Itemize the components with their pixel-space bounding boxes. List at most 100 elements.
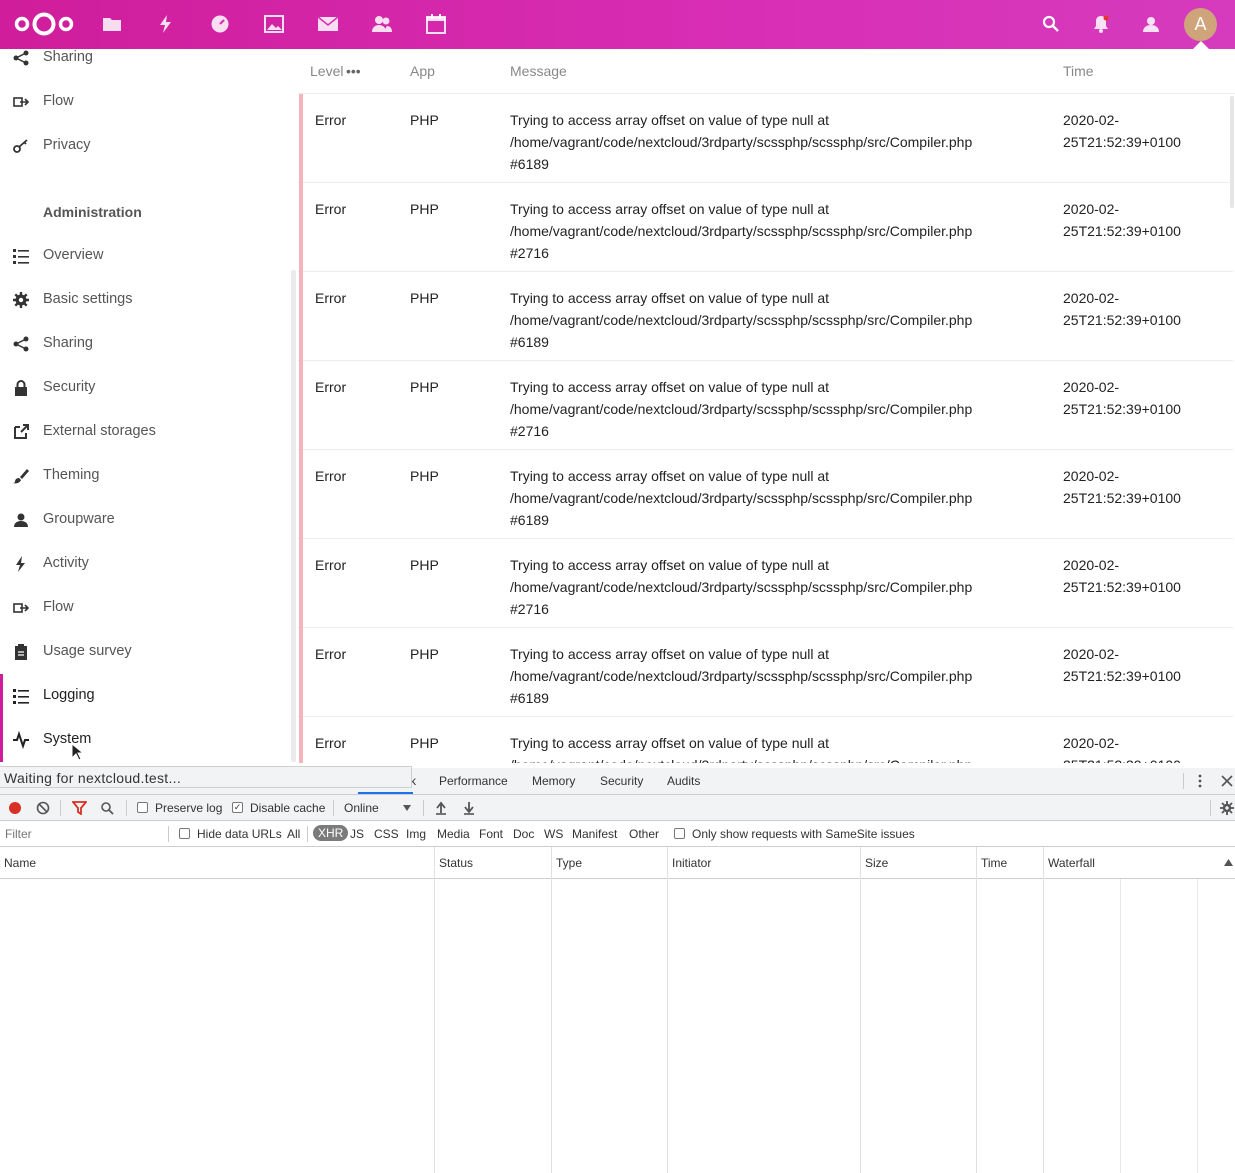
- sidebar-item-personal-sharing[interactable]: Sharing: [0, 49, 290, 80]
- preserve-log-checkbox[interactable]: [137, 802, 148, 813]
- sidebar-item-sharing[interactable]: Sharing: [0, 322, 290, 366]
- log-time: 2020-02-25T21:52:39+0100: [1063, 735, 1181, 763]
- sidebar-item-system[interactable]: System: [0, 718, 290, 762]
- notifications-bell-icon[interactable]: [1090, 13, 1112, 35]
- log-message: Trying to access array offset on value o…: [510, 735, 972, 763]
- sidebar-item-external-storages[interactable]: External storages: [0, 410, 290, 454]
- log-scrollbar[interactable]: [1230, 96, 1234, 208]
- log-row[interactable]: Error PHP Trying to access array offset …: [298, 628, 1233, 717]
- divider: [126, 800, 127, 816]
- tab-security[interactable]: Security: [600, 774, 643, 788]
- column-header-waterfall[interactable]: Waterfall: [1048, 856, 1095, 870]
- sidebar-item-flow[interactable]: Flow: [0, 586, 290, 630]
- column-divider: [434, 847, 435, 1173]
- activity-icon[interactable]: [155, 13, 177, 35]
- sidebar-item-theming[interactable]: Theming: [0, 454, 290, 498]
- log-app: PHP: [410, 112, 439, 128]
- search-icon[interactable]: [1040, 13, 1062, 35]
- column-header-size[interactable]: Size: [865, 856, 888, 870]
- column-header-type[interactable]: Type: [556, 856, 582, 870]
- log-level: Error: [315, 290, 347, 306]
- samesite-checkbox[interactable]: [674, 828, 685, 839]
- sort-ascending-icon[interactable]: [1224, 859, 1233, 866]
- photos-icon[interactable]: [263, 13, 285, 35]
- contacts-icon[interactable]: [371, 13, 393, 35]
- type-filter-img[interactable]: Img: [406, 827, 426, 841]
- sidebar-item-logging[interactable]: Logging: [0, 674, 290, 718]
- clear-icon[interactable]: [36, 801, 50, 815]
- sidebar-item-security[interactable]: Security: [0, 366, 290, 410]
- sidebar-item-groupware[interactable]: Groupware: [0, 498, 290, 542]
- mail-icon[interactable]: [317, 13, 339, 35]
- sidebar-item-personal-flow[interactable]: Flow: [0, 80, 290, 124]
- log-table: Level ••• App Message Time Error PHP Try…: [298, 49, 1235, 763]
- type-filter-all[interactable]: All: [287, 827, 300, 841]
- sidebar-item-overview[interactable]: Overview: [0, 234, 290, 278]
- dashboard-icon[interactable]: [209, 13, 231, 35]
- log-row[interactable]: Error PHP Trying to access array offset …: [298, 94, 1233, 183]
- share-icon: [13, 336, 29, 352]
- log-row[interactable]: Error PHP Trying to access array offset …: [298, 183, 1233, 272]
- type-filter-other[interactable]: Other: [629, 827, 659, 841]
- column-divider: [1043, 847, 1044, 1173]
- error-level-indicator: [299, 717, 303, 763]
- hide-data-urls-checkbox[interactable]: [179, 828, 190, 839]
- log-message: Trying to access array offset on value o…: [510, 290, 973, 350]
- loading-status-text: Waiting for nextcloud.test...: [0, 766, 412, 788]
- user-avatar[interactable]: A: [1184, 8, 1217, 41]
- type-filter-xhr[interactable]: XHR: [313, 825, 349, 841]
- type-filter-css[interactable]: CSS: [374, 827, 399, 841]
- column-header-time[interactable]: Time: [981, 856, 1007, 870]
- log-row[interactable]: Error PHP Trying to access array offset …: [298, 717, 1233, 763]
- tab-performance[interactable]: Performance: [439, 774, 508, 788]
- sidebar-item-privacy[interactable]: Privacy: [0, 124, 290, 168]
- error-level-indicator: [299, 183, 303, 272]
- type-filter-js[interactable]: JS: [350, 827, 364, 841]
- files-icon[interactable]: [101, 13, 123, 35]
- type-filter-doc[interactable]: Doc: [513, 827, 534, 841]
- type-filter-manifest[interactable]: Manifest: [572, 827, 617, 841]
- log-row[interactable]: Error PHP Trying to access array offset …: [298, 450, 1233, 539]
- sidebar-item-basic-settings[interactable]: Basic settings: [0, 278, 290, 322]
- chevron-down-icon[interactable]: [403, 805, 411, 811]
- type-filter-ws[interactable]: WS: [544, 827, 563, 841]
- column-header-app[interactable]: App: [410, 63, 435, 79]
- settings-sidebar: Sharing Flow Privacy Administration Over…: [0, 49, 298, 763]
- record-icon[interactable]: [8, 801, 22, 815]
- type-filter-font[interactable]: Font: [479, 827, 503, 841]
- column-header-initiator[interactable]: Initiator: [672, 856, 711, 870]
- kebab-menu-icon[interactable]: [1194, 774, 1206, 788]
- sidebar-item-activity[interactable]: Activity: [0, 542, 290, 586]
- column-header-name[interactable]: Name: [4, 856, 36, 870]
- sidebar-item-usage-survey[interactable]: Usage survey: [0, 630, 290, 674]
- filter-input[interactable]: [2, 825, 166, 843]
- gear-icon[interactable]: [1220, 801, 1234, 815]
- search-icon[interactable]: [100, 801, 114, 815]
- log-row[interactable]: Error PHP Trying to access array offset …: [298, 539, 1233, 628]
- column-header-message[interactable]: Message: [510, 63, 567, 79]
- column-header-status[interactable]: Status: [439, 856, 473, 870]
- column-header-time[interactable]: Time: [1063, 63, 1094, 79]
- level-options-icon[interactable]: •••: [346, 63, 361, 79]
- log-table-header: Level ••• App Message Time: [298, 49, 1235, 94]
- calendar-icon[interactable]: [425, 13, 447, 35]
- sidebar-item-label: Activity: [43, 555, 89, 571]
- nextcloud-logo-icon[interactable]: [13, 10, 75, 38]
- sidebar-item-label: Flow: [43, 93, 74, 109]
- throttling-select[interactable]: Online: [344, 801, 379, 815]
- type-filter-media[interactable]: Media: [437, 827, 470, 841]
- sidebar-scrollbar[interactable]: [291, 270, 296, 762]
- export-har-icon[interactable]: [463, 801, 475, 815]
- contacts-menu-icon[interactable]: [1140, 13, 1162, 35]
- column-header-level[interactable]: Level: [310, 63, 343, 79]
- import-har-icon[interactable]: [435, 801, 447, 815]
- log-row[interactable]: Error PHP Trying to access array offset …: [298, 361, 1233, 450]
- tab-audits[interactable]: Audits: [667, 774, 700, 788]
- filter-icon[interactable]: [72, 801, 87, 815]
- tab-memory[interactable]: Memory: [532, 774, 575, 788]
- disable-cache-checkbox[interactable]: ✓: [232, 802, 243, 813]
- close-icon[interactable]: [1221, 775, 1233, 787]
- gear-icon: [13, 292, 29, 308]
- log-row[interactable]: Error PHP Trying to access array offset …: [298, 272, 1233, 361]
- error-level-indicator: [299, 361, 303, 450]
